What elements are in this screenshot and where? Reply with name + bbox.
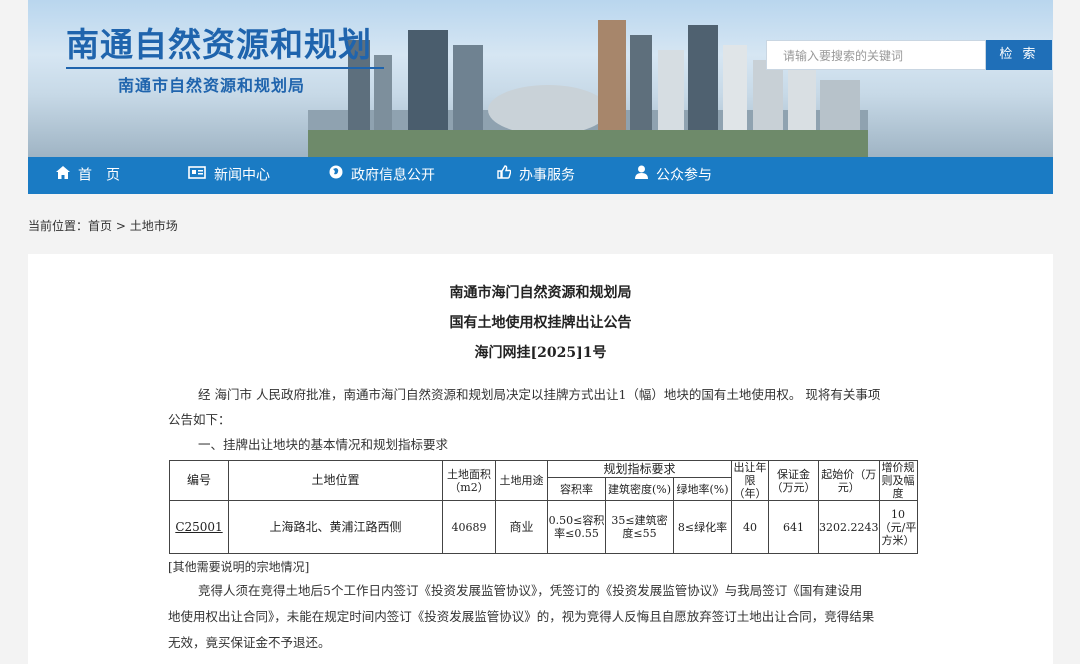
section-heading: 一、挂牌出让地块的基本情况和规划指标要求 (198, 437, 449, 452)
terms-paragraph-line3: 无效，竟买保证金不予退还。 (168, 635, 331, 650)
table-header-deposit: 保证金（万元） (768, 460, 819, 501)
table-header-code: 编号 (169, 460, 229, 501)
table-row: C25001 上海路北、黄浦江路西侧 40689 商业 0.50≤容积率≤0.5… (169, 500, 918, 554)
table-header-far: 容积率 (547, 477, 606, 501)
nav-label: 新闻中心 (214, 167, 270, 184)
search-button[interactable]: 检 索 (986, 40, 1052, 70)
breadcrumb-separator: > (115, 219, 126, 233)
content-panel: 南通市海门自然资源和规划局 国有土地使用权挂牌出让公告 海门网挂[2025]1号… (28, 254, 1053, 664)
cell-area: 40689 (442, 500, 496, 554)
thumbs-up-icon (497, 157, 512, 194)
cell-years: 40 (731, 500, 769, 554)
table-header-density: 建筑密度(%) (605, 477, 674, 501)
table-header-planning: 规划指标要求 (547, 460, 732, 478)
table-header-area: 土地面积（m2） (442, 460, 496, 501)
nav-item-services[interactable]: 办事服务 (497, 157, 575, 194)
document-title-notice: 国有土地使用权挂牌出让公告 (449, 315, 632, 331)
nav-label: 首 页 (78, 167, 120, 184)
parcel-code-link[interactable]: C25001 (175, 520, 222, 534)
title-divider (66, 67, 384, 69)
search-input[interactable]: 请输入要搜索的关键词 (766, 40, 986, 70)
main-nav: 首 页 新闻中心 政府信息公开 办事服务 公众参与 (28, 157, 1053, 194)
intro-paragraph-line2: 公告如下： (168, 412, 231, 427)
site-title: 南通自然资源和规划 (66, 25, 372, 64)
table-header-green: 绿地率(%) (673, 477, 732, 501)
city-skyline-image (308, 20, 868, 157)
newspaper-icon (188, 157, 206, 194)
nav-label: 政府信息公开 (351, 167, 435, 184)
nav-item-news[interactable]: 新闻中心 (188, 157, 270, 194)
cell-density: 35≤建筑密度≤55 (605, 500, 674, 554)
document-title-agency: 南通市海门自然资源和规划局 (449, 285, 632, 301)
header-banner: 南通自然资源和规划 南通市自然资源和规划局 请输入要搜索的关键词 检 索 (28, 0, 1053, 157)
table-header-years: 出让年限（年） (731, 460, 769, 501)
terms-paragraph-line2: 地使用权出让合同》，未能在规定时间内签订《投资发展监管协议》的，视为竞得人反悔且… (168, 609, 875, 624)
home-icon (56, 157, 70, 194)
terms-paragraph-line1: 竞得人须在竞得土地后5个工作日内签订《投资发展监管协议》，凭签订的《投资发展监管… (198, 583, 863, 598)
globe-icon (329, 157, 343, 194)
cell-deposit: 641 (768, 500, 819, 554)
breadcrumb-current-link[interactable]: 土地市场 (130, 219, 178, 233)
site-subtitle: 南通市自然资源和规划局 (118, 76, 306, 95)
nav-item-home[interactable]: 首 页 (56, 157, 120, 194)
table-header-use: 土地用途 (495, 460, 548, 501)
nav-item-gov-info[interactable]: 政府信息公开 (329, 157, 435, 194)
intro-paragraph-line1: 经 海门市 人民政府批准，南通市海门自然资源和规划局决定以挂牌方式出让1（幅）地… (198, 387, 881, 402)
cell-location: 上海路北、黄浦江路西侧 (228, 500, 443, 554)
nav-item-public[interactable]: 公众参与 (635, 157, 712, 194)
breadcrumb-prefix: 当前位置： (28, 219, 89, 233)
document-number: 海门网挂[2025]1号 (474, 345, 607, 361)
other-info-note: [其他需要说明的宗地情况] (168, 560, 310, 574)
breadcrumb-home-link[interactable]: 首页 (88, 219, 112, 233)
cell-increment: 10（元/平方米） (878, 500, 918, 554)
cell-green: 8≤绿化率 (673, 500, 732, 554)
nav-label: 办事服务 (519, 167, 575, 184)
cell-use: 商业 (495, 500, 548, 554)
table-header-increment: 增价规则及幅度 (878, 460, 918, 501)
cell-far: 0.50≤容积率≤0.55 (547, 500, 606, 554)
table-header-location: 土地位置 (228, 460, 443, 501)
cell-start-price: 3202.2243 (818, 500, 880, 554)
user-icon (635, 157, 648, 194)
breadcrumb: 当前位置：首页 > 土地市场 (28, 217, 178, 234)
nav-label: 公众参与 (656, 167, 712, 184)
land-parcel-table: 编号 土地位置 土地面积（m2） 土地用途 规划指标要求 出让年限（年） 保证金… (169, 460, 918, 554)
table-header-start-price: 起始价（万元） (818, 460, 880, 501)
